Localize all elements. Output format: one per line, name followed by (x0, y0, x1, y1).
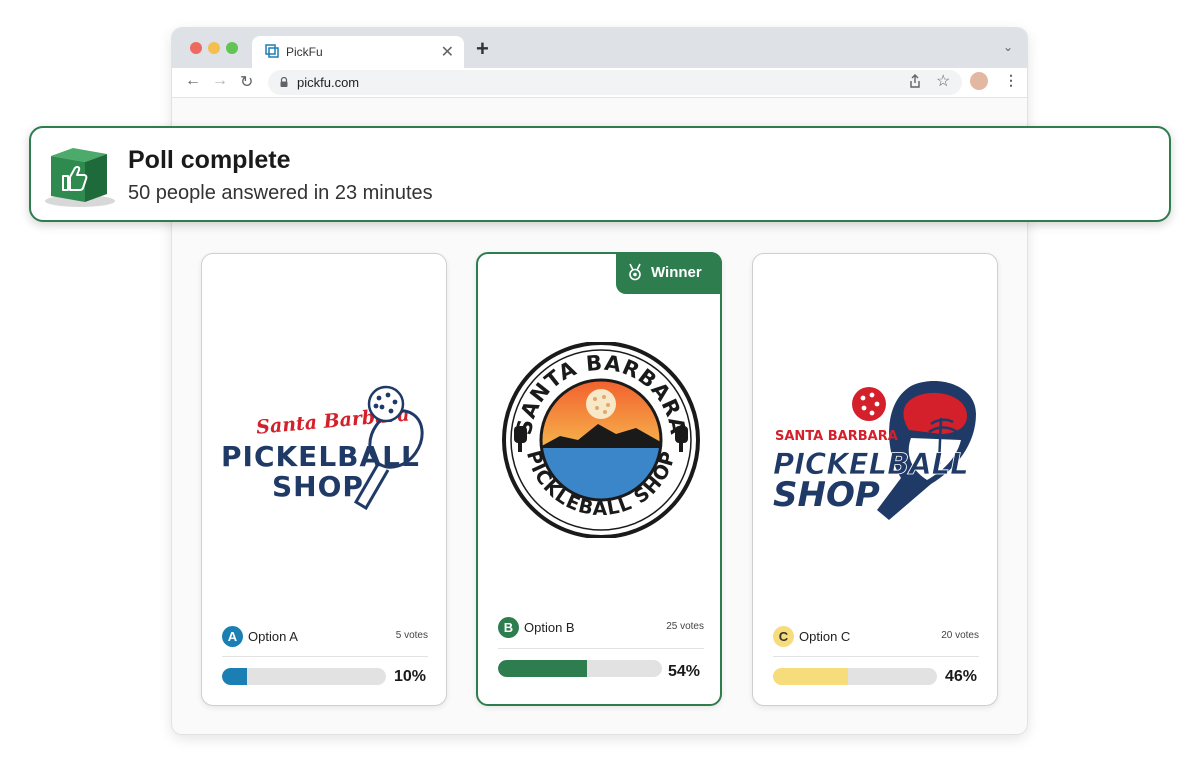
option-card-a[interactable]: Santa Barbara PICKELBALL SHOP A Option A… (201, 253, 447, 706)
option-c-logo-image: SANTA BARBARA PICKELBALL SHOP (773, 381, 976, 520)
vote-progress-bar (498, 660, 662, 677)
toast-title: Poll complete (128, 146, 291, 174)
bookmark-star-icon[interactable]: ☆ (936, 71, 950, 91)
minimize-window-button[interactable] (208, 42, 220, 54)
vote-count: 5 votes (395, 630, 428, 641)
chevron-down-icon[interactable]: ⌄ (1003, 40, 1013, 54)
url-text: pickfu.com (297, 75, 360, 90)
new-tab-icon[interactable]: + (476, 36, 489, 62)
poll-complete-toast: Poll complete 50 people answered in 23 m… (29, 126, 1171, 222)
close-window-button[interactable] (190, 42, 202, 54)
logo-c-shop-text: SHOP (773, 475, 880, 515)
vote-percentage: 46% (944, 668, 977, 685)
winner-label: Winner (651, 264, 702, 281)
option-a-header: A Option A 5 votes (222, 625, 428, 649)
vote-progress-fill (498, 660, 587, 677)
divider (498, 648, 704, 649)
option-name: Option C (799, 629, 851, 644)
share-icon[interactable] (909, 74, 921, 88)
vote-count: 25 votes (666, 621, 704, 632)
back-arrow-icon[interactable]: ← (185, 72, 201, 90)
divider (773, 656, 979, 657)
vote-percentage: 10% (393, 668, 426, 685)
vote-progress-bar (773, 668, 937, 685)
medal-icon (629, 263, 641, 281)
browser-tab-pickfu[interactable]: PickFu ✕ (252, 36, 464, 68)
lock-icon (280, 77, 288, 87)
pickleball-icon (367, 385, 405, 423)
option-c-header: C Option C 20 votes (773, 625, 979, 649)
browser-toolbar: ← → ↻ pickfu.com ☆ ⋮ (172, 68, 1027, 98)
option-a-logo-image: Santa Barbara PICKELBALL SHOP (221, 385, 424, 511)
forward-arrow-icon[interactable]: → (212, 72, 228, 90)
vote-progress-bar (222, 668, 386, 685)
thumbs-up-cube-icon (45, 148, 115, 207)
tab-bar: PickFu ✕ + ⌄ (172, 28, 1027, 68)
toast-subtitle: 50 people answered in 23 minutes (128, 182, 433, 204)
pickleball-icon (852, 387, 886, 421)
option-letter-badge: B (498, 617, 519, 638)
option-card-b[interactable]: Winner SANTA BARBARA PICKLEBALL SHOP B O… (476, 252, 722, 706)
vote-progress-fill (773, 668, 849, 685)
option-letter-badge: C (773, 626, 794, 647)
close-tab-icon[interactable]: ✕ (441, 42, 454, 62)
logo-c-top-text: SANTA BARBARA (775, 429, 898, 444)
tab-title: PickFu (286, 45, 323, 59)
winner-badge: Winner (616, 252, 722, 294)
maximize-window-button[interactable] (226, 42, 238, 54)
reload-icon[interactable]: ↻ (240, 72, 253, 92)
pickfu-favicon-icon (265, 44, 279, 58)
vote-count: 20 votes (941, 630, 979, 641)
option-name: Option B (524, 620, 575, 635)
more-options-icon[interactable]: ⋮ (1004, 72, 1018, 89)
option-card-c[interactable]: SANTA BARBARA PICKELBALL SHOP C Option C… (752, 253, 998, 706)
vote-percentage: 54% (667, 663, 700, 680)
address-bar[interactable]: pickfu.com (268, 70, 962, 95)
logo-a-shop-text: SHOP (272, 470, 364, 503)
profile-avatar[interactable] (970, 72, 988, 90)
option-name: Option A (248, 629, 298, 644)
option-letter-badge: A (222, 626, 243, 647)
option-b-logo-image: SANTA BARBARA PICKLEBALL SHOP (502, 342, 700, 538)
vote-progress-fill (222, 668, 247, 685)
divider (222, 656, 428, 657)
option-b-header: B Option B 25 votes (498, 616, 704, 640)
pickleball-icon (586, 389, 616, 419)
